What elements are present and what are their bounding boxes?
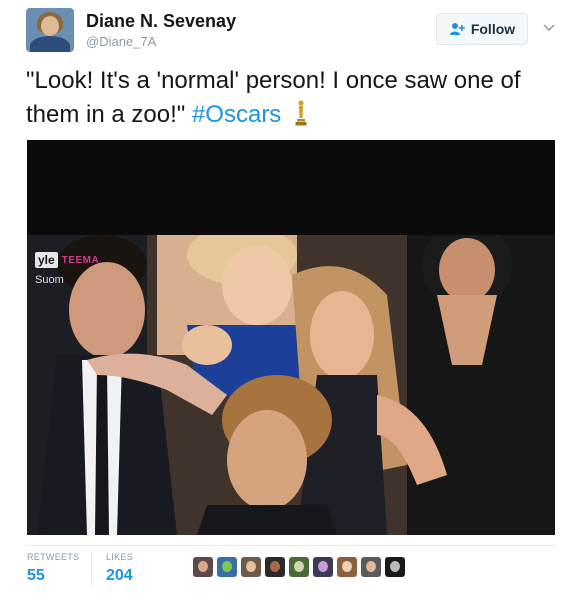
avatar[interactable] [26,8,74,52]
avatar-face [41,16,59,36]
user-name[interactable]: Diane N. Sevenay [86,11,236,32]
likes-count[interactable]: 204 [106,567,133,585]
follow-label: Follow [470,21,516,37]
photo-illustration [27,235,555,535]
retweets-count[interactable]: 55 [27,567,45,585]
liker-avatar[interactable] [289,557,309,577]
liker-face [198,561,208,572]
liker-avatar[interactable] [193,557,213,577]
liker-avatar[interactable] [385,557,405,577]
liker-face [246,561,256,572]
liker-face [294,561,304,572]
liker-face [366,561,376,572]
follow-button[interactable]: Follow [436,13,528,45]
liker-avatar[interactable] [265,557,285,577]
oscar-trophy-icon [294,100,308,136]
chevron-down-icon[interactable] [543,22,555,34]
divider [26,545,556,546]
liker-avatar[interactable] [241,557,261,577]
liker-avatar[interactable] [217,557,237,577]
add-user-icon [449,22,465,36]
photo-scene [27,235,555,535]
channel-logo: yle TEEMA Suom [35,252,100,286]
tweet-photo[interactable]: yle TEEMA Suom [27,140,555,535]
likers-avatars [193,557,405,577]
likes-label: LIKES [106,552,134,562]
tweet-text: "Look! It's a 'normal' person! I once sa… [26,64,566,136]
liker-avatar[interactable] [313,557,333,577]
hashtag-link[interactable]: #Oscars [192,101,281,128]
yle-logo: yle [35,252,58,268]
avatar-shirt [30,36,70,52]
liker-face [270,561,280,572]
teema-label: TEEMA [61,254,100,266]
liker-face [390,561,400,572]
liker-face [318,561,328,572]
retweets-label: RETWEETS [27,552,80,562]
liker-avatar[interactable] [337,557,357,577]
tweet-card: Diane N. Sevenay @Diane_7A Follow "Look!… [0,0,588,600]
liker-face [342,561,352,572]
liker-face [222,561,232,572]
user-handle[interactable]: @Diane_7A [86,34,156,49]
stat-separator [91,552,92,586]
liker-avatar[interactable] [361,557,381,577]
channel-subtitle: Suom [35,274,64,286]
